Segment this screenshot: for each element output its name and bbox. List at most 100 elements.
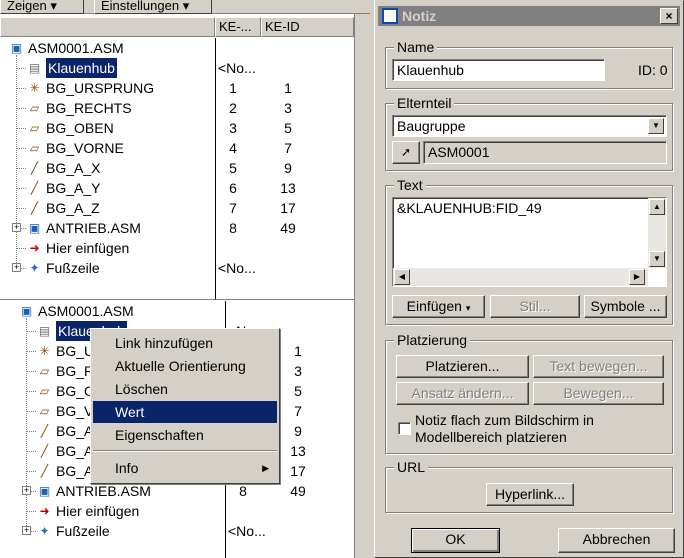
tree-row[interactable]: + ▣ ANTRIEB.ASM 8 49 — [0, 218, 354, 238]
hyperlink-button[interactable]: Hyperlink... — [486, 483, 574, 506]
ke-type-cell: 4 — [229, 140, 237, 156]
ke-type-cell: 8 — [239, 483, 247, 499]
dialog-titlebar[interactable]: Notiz × — [378, 6, 680, 26]
note-text-area[interactable]: &KLAUENHUB:FID_49 ▲ ▼ ◀ ▶ — [392, 197, 667, 287]
show-menu-arrow-icon: ▾ — [50, 0, 57, 13]
scroll-left-icon[interactable]: ◀ — [394, 269, 410, 285]
tree-row[interactable]: ▱ BG_RECHTS 2 3 — [0, 98, 354, 118]
ke-type-cell: 1 — [229, 80, 237, 96]
tree-row-label: BG_RECHTS — [46, 100, 132, 116]
tree-branch-line — [26, 431, 36, 432]
tree-row[interactable]: ╱ BG_A_Z 7 17 — [0, 198, 354, 218]
tree-bottom-root-label: ASM0001.ASM — [38, 303, 134, 319]
ke-type-cell: 3 — [229, 120, 237, 136]
datum-axis-icon: ╱ — [30, 181, 39, 195]
ke-id-cell: 9 — [294, 423, 302, 439]
tree-row-label: BG_OBEN — [46, 120, 114, 136]
tree-branch-line — [26, 471, 36, 472]
change-anchor-button[interactable]: Ansatz ändern... — [396, 382, 529, 405]
tree-branch-line — [16, 188, 26, 189]
expand-toggle-icon[interactable]: + — [22, 526, 31, 535]
ok-button[interactable]: OK — [411, 528, 500, 553]
tree-row-label: Fußzeile — [56, 523, 110, 539]
vertical-scrollbar[interactable]: ▲ ▼ — [648, 198, 666, 268]
flat-to-screen-label-2: Modellbereich platzieren — [415, 429, 567, 445]
parent-value-field: ASM0001 — [423, 141, 667, 164]
tree-branch-line — [16, 168, 26, 169]
dropdown-arrow-icon[interactable]: ▼ — [648, 118, 664, 134]
tree-branch-line — [26, 511, 36, 512]
expand-toggle-icon[interactable]: + — [22, 486, 31, 495]
expand-toggle-icon[interactable]: + — [12, 223, 21, 232]
horizontal-scrollbar[interactable]: ◀ ▶ — [393, 268, 648, 286]
ke-type-cell: 6 — [229, 180, 237, 196]
tree-row[interactable]: ╱ BG_A_X 5 9 — [0, 158, 354, 178]
tree-branch-line — [26, 351, 36, 352]
insert-arrow-icon: ➜ — [39, 504, 50, 518]
ke-id-cell: 1 — [284, 80, 292, 96]
tree-row[interactable]: ▱ BG_VORNE 4 7 — [0, 138, 354, 158]
style-button[interactable]: Stil... — [490, 295, 580, 318]
tree-row-label: BG_URSPRUNG — [46, 80, 155, 96]
note-icon: ▤ — [38, 324, 51, 338]
column-header-ke-type[interactable]: KE-... — [215, 17, 261, 37]
menu-item-properties[interactable]: Eigenschaften — [93, 424, 277, 446]
tree-bottom-root-row[interactable]: ▣ ASM0001.ASM — [0, 301, 354, 321]
tree-row-label: ANTRIEB.ASM — [56, 483, 151, 499]
cursor-arrow-icon: ➚ — [400, 145, 412, 159]
menu-item-current-orientation[interactable]: Aktuelle Orientierung — [93, 355, 277, 377]
csys-icon: ✳ — [29, 81, 40, 95]
insert-button[interactable]: Einfügen ▾ — [392, 295, 485, 318]
cancel-button[interactable]: Abbrechen — [558, 528, 675, 553]
datum-plane-icon: ▱ — [29, 101, 40, 115]
ke-id-cell: 3 — [284, 100, 292, 116]
submenu-arrow-icon: ▶ — [262, 463, 269, 473]
column-header-name[interactable] — [0, 17, 215, 37]
tree-branch-line — [16, 88, 26, 89]
datum-plane-icon: ▱ — [39, 384, 50, 398]
parent-type-select[interactable]: Baugruppe ▼ — [392, 115, 667, 137]
place-button[interactable]: Platzieren... — [396, 355, 529, 378]
select-parent-button[interactable]: ➚ — [392, 141, 420, 164]
tree-row[interactable]: ➜ Hier einfügen — [0, 501, 354, 521]
column-header-ke-id[interactable]: KE-ID — [261, 17, 354, 37]
datum-axis-icon: ╱ — [30, 201, 39, 215]
tree-row[interactable]: + ▣ ANTRIEB.ASM 8 49 — [0, 481, 354, 501]
scroll-up-icon[interactable]: ▲ — [649, 199, 665, 215]
insert-arrow-icon: ➜ — [29, 241, 40, 255]
flat-to-screen-checkbox[interactable] — [398, 422, 411, 435]
tree-row[interactable]: ✳ BG_URSPRUNG 1 1 — [0, 78, 354, 98]
close-button[interactable]: × — [660, 8, 678, 24]
tree-row[interactable]: + ✦ Fußzeile <No... — [0, 258, 354, 278]
tree-top-root-label: ASM0001.ASM — [28, 40, 124, 56]
column-divider — [215, 38, 216, 300]
tree-row[interactable]: ╱ BG_A_Y 6 13 — [0, 178, 354, 198]
expand-toggle-icon[interactable]: + — [12, 263, 21, 272]
tree-top-root-row[interactable]: ▣ ASM0001.ASM — [0, 38, 354, 58]
placement-group-label: Platzierung — [394, 332, 471, 348]
tree-row-label: BG_VORNE — [46, 140, 124, 156]
note-icon: ▤ — [28, 61, 41, 75]
move-text-button[interactable]: Text bewegen... — [533, 355, 664, 378]
scroll-down-icon[interactable]: ▼ — [649, 251, 665, 267]
scroll-right-icon[interactable]: ▶ — [629, 269, 645, 285]
settings-menu-button[interactable]: Einstellungen ▾ — [94, 0, 212, 14]
menu-item-value[interactable]: Wert — [93, 401, 277, 423]
ke-id-cell: 5 — [294, 383, 302, 399]
splitter[interactable] — [354, 14, 370, 558]
name-field[interactable]: Klauenhub — [392, 59, 605, 81]
ke-id-cell: 9 — [284, 160, 292, 176]
tree-row[interactable]: ▱ BG_OBEN 3 5 — [0, 118, 354, 138]
menu-item-info[interactable]: Info ▶ — [93, 457, 277, 479]
symbols-button[interactable]: Symbole ... — [584, 295, 667, 318]
show-menu-button[interactable]: Zeigen ▾ — [0, 0, 84, 14]
menu-item-delete[interactable]: Löschen — [93, 378, 277, 400]
tree-row[interactable]: ➜ Hier einfügen — [0, 238, 354, 258]
menu-item-add-link[interactable]: Link hinzufügen — [93, 332, 277, 354]
tree-row[interactable]: ▤ Klauenhub <No... — [0, 58, 354, 78]
move-button[interactable]: Bewegen... — [533, 382, 664, 405]
dialog-title: Notiz — [402, 8, 437, 24]
ke-id-cell: 7 — [284, 140, 292, 156]
url-group-label: URL — [394, 459, 429, 475]
tree-row[interactable]: + ✦ Fußzeile <No... — [0, 521, 354, 541]
